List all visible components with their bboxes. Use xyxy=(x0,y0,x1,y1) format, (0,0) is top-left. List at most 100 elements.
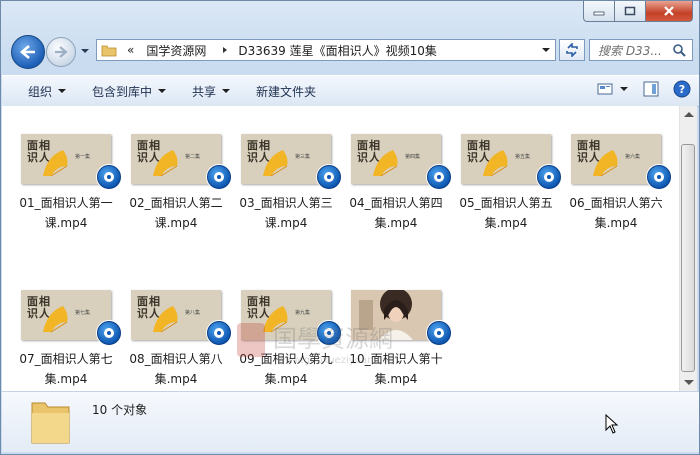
mouse-cursor-icon xyxy=(605,414,619,434)
chevron-right-icon[interactable] xyxy=(220,45,230,55)
file-item[interactable]: 面相 识人 第三集 03_面相识人第三 课.mp4 xyxy=(236,134,346,290)
scroll-up-arrow-icon[interactable] xyxy=(684,112,694,117)
organize-menu[interactable]: 组织 xyxy=(2,76,79,106)
chevron-down-icon xyxy=(620,87,628,91)
details-pane: 10 个对象 xyxy=(2,391,699,452)
file-name-label: 07_面相识人第七 集.mp4 xyxy=(16,349,116,389)
media-player-icon xyxy=(97,321,121,345)
file-name-line2: 集.mp4 xyxy=(154,372,198,386)
media-player-icon xyxy=(207,165,231,189)
folder-icon xyxy=(31,402,70,444)
file-name-line2: 集.mp4 xyxy=(484,216,528,230)
organize-label: 组织 xyxy=(28,84,53,99)
fan-icon xyxy=(153,150,178,177)
media-player-icon xyxy=(207,321,231,345)
media-player-icon xyxy=(537,165,561,189)
preview-pane-button[interactable] xyxy=(643,81,659,97)
episode-label: 第六集 xyxy=(625,154,641,160)
include-in-library-menu[interactable]: 包含到库中 xyxy=(79,76,179,106)
episode-label: 第五集 xyxy=(515,154,531,160)
file-item[interactable]: 面相 识人 第五集 05_面相识人第五 集.mp4 xyxy=(456,134,566,290)
recent-pages-button[interactable] xyxy=(80,45,90,59)
file-name-line1: 02_面相识人第二 xyxy=(129,196,223,210)
search-icon[interactable] xyxy=(672,43,686,57)
address-dropdown-button[interactable] xyxy=(541,44,551,59)
search-placeholder: 搜索 D33... xyxy=(598,43,662,58)
close-button[interactable] xyxy=(646,1,693,22)
file-name-line2: 课.mp4 xyxy=(264,216,308,230)
new-folder-label: 新建文件夹 xyxy=(256,84,317,99)
file-name-line1: 08_面相识人第八 xyxy=(129,352,223,366)
watermark-url: www.guoxueziyuan.com xyxy=(277,355,398,366)
svg-text:?: ? xyxy=(679,83,685,96)
refresh-icon xyxy=(566,43,578,57)
command-bar: 组织 包含到库中 共享 新建文件夹 ? xyxy=(2,75,699,107)
help-button[interactable]: ? xyxy=(673,80,691,98)
address-bar[interactable]: « 国学资源网 D33639 莲星《面相识人》视频10集 xyxy=(96,39,556,61)
search-input[interactable]: 搜索 D33... xyxy=(589,39,693,61)
file-name-label: 06_面相识人第六 集.mp4 xyxy=(566,193,666,233)
include-in-library-label: 包含到库中 xyxy=(92,84,153,99)
breadcrumb-overflow[interactable]: « xyxy=(127,43,134,57)
view-controls: ? xyxy=(583,80,691,98)
fan-icon xyxy=(153,306,178,333)
watermark: 国學資源網 www.guoxueziyuan.com xyxy=(237,321,487,374)
file-item[interactable]: 面相 识人 第八集 08_面相识人第八 集.mp4 xyxy=(126,290,236,400)
media-player-icon xyxy=(317,165,341,189)
minimize-button[interactable] xyxy=(583,1,615,22)
file-item[interactable]: 面相 识人 第一集 01_面相识人第一 课.mp4 xyxy=(16,134,126,290)
share-menu[interactable]: 共享 xyxy=(179,76,243,106)
chevron-down-icon xyxy=(222,89,231,93)
fan-icon xyxy=(43,306,68,333)
vertical-scrollbar[interactable] xyxy=(679,106,697,391)
file-name-line1: 07_面相识人第七 xyxy=(19,352,113,366)
chevron-down-icon xyxy=(58,89,67,93)
fan-icon xyxy=(43,150,68,177)
watermark-title: 国學資源網 xyxy=(273,325,393,353)
refresh-button[interactable] xyxy=(559,39,585,61)
item-count: 10 个对象 xyxy=(92,403,148,417)
chevron-down-icon xyxy=(542,48,550,52)
fan-icon xyxy=(263,150,288,177)
close-icon xyxy=(664,6,674,16)
explorer-window: « 国学资源网 D33639 莲星《面相识人》视频10集 搜索 D33... 组… xyxy=(0,0,700,455)
file-name-label: 05_面相识人第五 集.mp4 xyxy=(456,193,556,233)
file-name-line2: 集.mp4 xyxy=(594,216,638,230)
file-item[interactable]: 面相 识人 第四集 04_面相识人第四 集.mp4 xyxy=(346,134,456,290)
file-name-label: 03_面相识人第三 课.mp4 xyxy=(236,193,336,233)
maximize-button[interactable] xyxy=(615,1,646,22)
fan-icon xyxy=(483,150,508,177)
file-item[interactable]: 面相 识人 第二集 02_面相识人第二 课.mp4 xyxy=(126,134,236,290)
file-name-label: 04_面相识人第四 集.mp4 xyxy=(346,193,446,233)
minimize-icon xyxy=(593,11,605,16)
window-controls xyxy=(583,1,693,22)
episode-label: 第七集 xyxy=(75,310,91,316)
view-options-icon xyxy=(597,83,613,95)
episode-label: 第二集 xyxy=(185,154,201,160)
file-list-pane[interactable]: 面相 识人 第一集 01_面相识人第一 课.mp4 面相 识人 第二集 02_面相识人第二 课.m… xyxy=(2,106,679,391)
file-item[interactable]: 面相 识人 第七集 07_面相识人第七 集.mp4 xyxy=(16,290,126,400)
file-name-line2: 课.mp4 xyxy=(44,216,88,230)
breadcrumb: « 国学资源网 D33639 莲星《面相识人》视频10集 xyxy=(117,42,443,59)
episode-label: 第三集 xyxy=(295,154,311,160)
forward-button[interactable] xyxy=(46,37,76,67)
change-view-button[interactable] xyxy=(597,82,629,96)
scroll-down-arrow-icon[interactable] xyxy=(684,380,694,385)
back-button[interactable] xyxy=(11,35,45,69)
breadcrumb-item[interactable]: D33639 莲星《面相识人》视频10集 xyxy=(238,42,437,59)
back-arrow-icon xyxy=(20,45,35,59)
media-player-icon xyxy=(427,165,451,189)
fan-icon xyxy=(373,150,398,177)
episode-label: 第一集 xyxy=(75,154,91,160)
file-item[interactable]: 面相 识人 第六集 06_面相识人第六 集.mp4 xyxy=(566,134,676,290)
media-player-icon xyxy=(97,165,121,189)
folder-icon xyxy=(101,45,117,57)
file-name-line1: 05_面相识人第五 xyxy=(459,196,553,210)
breadcrumb-item[interactable]: 国学资源网 xyxy=(146,42,206,59)
watermark-logo: 国學資源網 www.guoxueziyuan.com xyxy=(237,323,398,366)
file-name-label: 08_面相识人第八 集.mp4 xyxy=(126,349,226,389)
episode-label: 第九集 xyxy=(295,310,311,316)
new-folder-button[interactable]: 新建文件夹 xyxy=(243,76,329,106)
scroll-thumb[interactable] xyxy=(681,144,695,372)
media-player-icon xyxy=(647,165,671,189)
